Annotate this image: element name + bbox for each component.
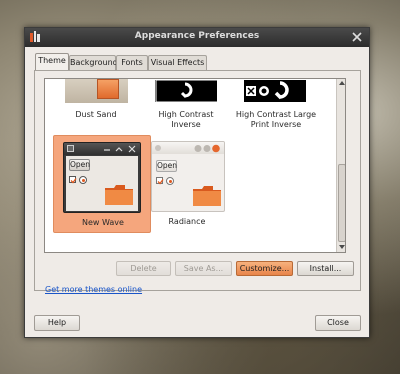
window-menu-icon	[155, 145, 161, 151]
delete-button[interactable]: Delete	[116, 261, 171, 276]
tab-fonts[interactable]: Fonts	[116, 55, 148, 70]
theme-thumb-high-contrast-large-print-inverse[interactable]	[243, 79, 307, 103]
preview-open-button: Open	[156, 160, 178, 172]
customize-button[interactable]: Customize...	[236, 261, 293, 276]
preview-radio-icon	[166, 177, 174, 185]
theme-label-dust-sand: Dust Sand	[75, 110, 117, 119]
folder-icon	[193, 186, 221, 206]
install-button[interactable]: Install...	[297, 261, 354, 276]
theme-thumb-radiance[interactable]: Open	[151, 141, 225, 212]
theme-label-radiance: Radiance	[168, 217, 206, 226]
folder-icon	[105, 185, 133, 205]
tab-visual-effects[interactable]: Visual Effects	[148, 55, 207, 70]
window-controls-icon	[104, 145, 136, 153]
theme-thumb-high-contrast-inverse[interactable]	[154, 79, 218, 103]
close-window-icon[interactable]	[351, 31, 363, 43]
high-contrast-icon	[155, 80, 217, 102]
theme-label-line1: High Contrast Large	[235, 110, 317, 119]
window-title: Appearance Preferences	[134, 31, 260, 41]
theme-label-line2: Inverse	[171, 120, 201, 129]
theme-thumb-dust-sand[interactable]	[65, 79, 128, 103]
titlebar[interactable]: Appearance Preferences	[25, 28, 369, 47]
close-button[interactable]: Close	[315, 315, 361, 331]
appearance-preferences-window: Appearance Preferences Theme Background …	[24, 27, 370, 338]
window-menu-icon	[67, 145, 74, 152]
theme-label-high-contrast-large-print-inverse: High Contrast Large Print Inverse	[221, 110, 331, 130]
theme-label-high-contrast-inverse: High Contrast Inverse	[141, 110, 231, 130]
preview-open-button: Open	[69, 159, 91, 171]
theme-label-line1: High Contrast	[158, 110, 214, 119]
tab-background[interactable]: Background	[69, 55, 118, 70]
theme-label-line2: Print Inverse	[250, 120, 302, 129]
scroll-down-icon[interactable]	[339, 244, 345, 250]
theme-list[interactable]: Dust Sand High Contrast Inverse High Con…	[44, 78, 346, 253]
theme-list-scrollbar[interactable]	[336, 79, 345, 252]
large-print-icon	[246, 81, 289, 100]
preview-radio-icon	[79, 176, 87, 184]
window-controls-icon	[194, 144, 220, 153]
preview-checkbox-icon	[156, 177, 164, 185]
save-as-button[interactable]: Save As...	[175, 261, 232, 276]
scroll-up-icon[interactable]	[339, 80, 345, 86]
theme-label-new-wave: New Wave	[82, 218, 124, 227]
tab-theme[interactable]: Theme	[35, 53, 69, 71]
theme-panel: Dust Sand High Contrast Inverse High Con…	[34, 70, 361, 291]
theme-thumb-new-wave: Open	[63, 142, 141, 213]
theme-item-new-wave[interactable]: Open New Wave	[53, 135, 151, 233]
help-button[interactable]: Help	[34, 315, 80, 331]
get-more-themes-link[interactable]: Get more themes online	[45, 285, 142, 294]
preview-checkbox-icon	[69, 176, 77, 184]
scrollbar-thumb[interactable]	[338, 164, 345, 242]
